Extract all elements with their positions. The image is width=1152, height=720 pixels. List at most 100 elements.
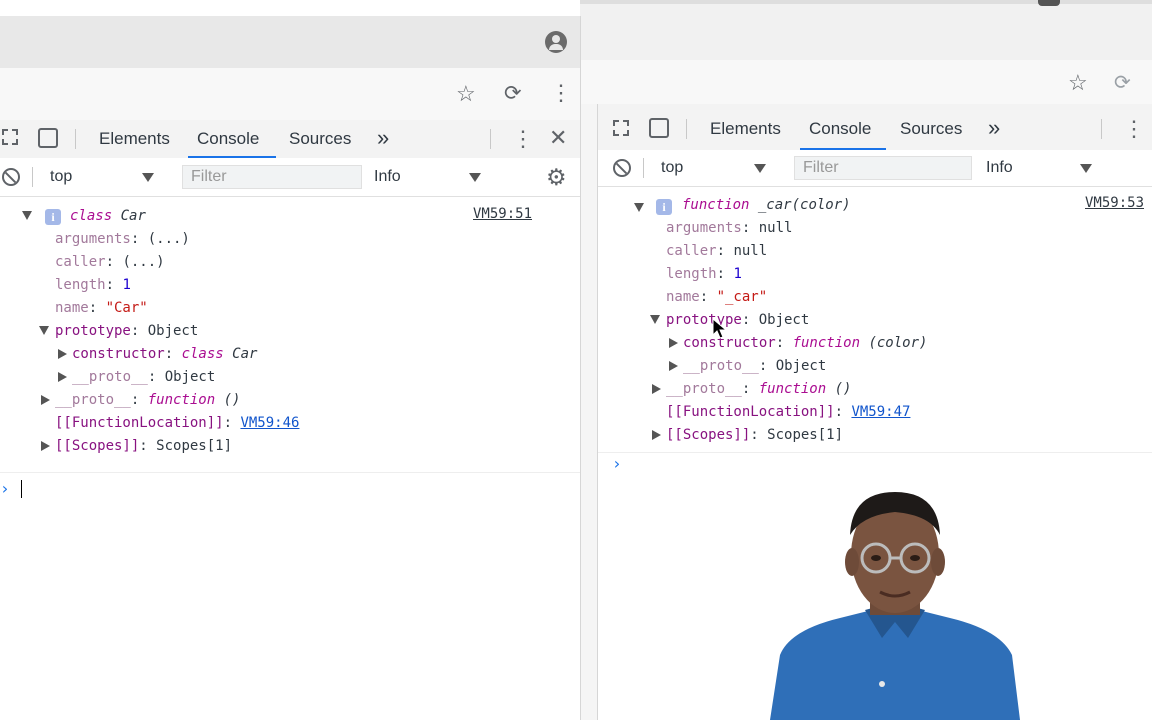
inspect-icon[interactable]: [613, 120, 629, 136]
expand-arrow-down[interactable]: [39, 326, 49, 335]
console-prompt: ›: [0, 479, 10, 498]
toolbar-divider: [643, 158, 644, 178]
prop-proto-function[interactable]: __proto__: function (): [666, 381, 851, 397]
more-tabs-button[interactable]: »: [377, 125, 389, 151]
expand-arrow-down[interactable]: [650, 315, 660, 324]
settings-gear-icon[interactable]: ⚙: [546, 164, 567, 191]
info-icon: i: [656, 199, 672, 215]
star-icon[interactable]: ☆: [456, 81, 476, 107]
expand-arrow-right[interactable]: [669, 361, 678, 371]
prop-proto-function[interactable]: __proto__: function (): [55, 392, 240, 408]
log-entry-header[interactable]: function _car(color): [682, 197, 851, 213]
left-devtools-tabbar: Elements Console Sources » ⋮ ✕: [0, 120, 580, 159]
prop-arguments: arguments: (...): [55, 231, 190, 247]
chevron-down-icon[interactable]: [1080, 164, 1092, 173]
expand-arrow-down[interactable]: [22, 211, 32, 220]
right-console-toolbar: top Filter Info: [598, 150, 1152, 187]
left-browser-window: ☆ ⟳ ⋮ Elements Console Sources » ⋮ ✕ top…: [0, 16, 581, 720]
log-level-selector[interactable]: Info: [986, 159, 1013, 177]
clear-console-icon[interactable]: [613, 159, 631, 177]
console-divider: [598, 452, 1152, 453]
right-address-bar[interactable]: ☆ ⟳: [580, 60, 1152, 107]
window-gutter: [581, 104, 597, 720]
menu-dots-icon[interactable]: ⋮: [512, 126, 534, 152]
menu-dots-icon[interactable]: ⋮: [550, 80, 572, 106]
extension-icon[interactable]: ⟳: [1114, 70, 1131, 95]
expand-arrow-right[interactable]: [58, 372, 67, 382]
profile-icon[interactable]: [1038, 0, 1060, 6]
info-icon: i: [45, 209, 61, 225]
prop-length: length: 1: [55, 277, 131, 293]
menu-dots-icon[interactable]: ⋮: [1123, 116, 1145, 142]
expand-arrow-right[interactable]: [652, 430, 661, 440]
chevron-down-icon[interactable]: [469, 173, 481, 182]
console-divider: [0, 472, 580, 473]
left-address-bar[interactable]: ☆ ⟳ ⋮: [0, 68, 580, 121]
device-toggle-icon[interactable]: [649, 118, 669, 138]
mouse-cursor-icon: [712, 318, 728, 339]
expand-arrow-right[interactable]: [669, 338, 678, 348]
prop-prototype[interactable]: prototype: Object: [55, 323, 198, 339]
prop-scopes[interactable]: [[Scopes]]: Scopes[1]: [55, 438, 232, 454]
clear-console-icon[interactable]: [2, 168, 20, 186]
chevron-down-icon[interactable]: [142, 173, 154, 182]
tab-console[interactable]: Console: [197, 129, 259, 149]
tab-console[interactable]: Console: [809, 119, 871, 139]
expand-arrow-right[interactable]: [41, 395, 50, 405]
prop-function-location: [[FunctionLocation]]: VM59:46: [55, 415, 300, 431]
tab-sources[interactable]: Sources: [900, 119, 962, 139]
prop-arguments: arguments: null: [666, 220, 793, 236]
toolbar-divider: [32, 167, 33, 187]
expand-arrow-right[interactable]: [41, 441, 50, 451]
source-link[interactable]: VM59:51: [473, 206, 532, 222]
prop-proto[interactable]: __proto__: Object: [72, 369, 215, 385]
expand-arrow-right[interactable]: [58, 349, 67, 359]
more-tabs-button[interactable]: »: [988, 115, 1000, 141]
star-icon[interactable]: ☆: [1068, 70, 1088, 96]
webcam-presenter-image: [770, 492, 1020, 720]
right-window-titlebar: [580, 0, 1152, 60]
context-selector[interactable]: top: [50, 168, 72, 186]
profile-icon[interactable]: [545, 31, 567, 53]
inspect-icon[interactable]: [2, 129, 18, 145]
prop-caller: caller: null: [666, 243, 768, 259]
toolbar-divider: [686, 119, 687, 139]
log-level-selector[interactable]: Info: [374, 168, 401, 186]
prop-proto[interactable]: __proto__: Object: [683, 358, 826, 374]
prop-caller: caller: (...): [55, 254, 165, 270]
chevron-down-icon[interactable]: [754, 164, 766, 173]
toolbar-divider: [1101, 119, 1102, 139]
left-console-toolbar: top Filter Info ⚙: [0, 158, 580, 197]
prop-scopes[interactable]: [[Scopes]]: Scopes[1]: [666, 427, 843, 443]
prop-constructor[interactable]: constructor: class Car: [72, 346, 257, 362]
console-prompt[interactable]: ›: [612, 454, 622, 473]
filter-input[interactable]: Filter: [794, 156, 972, 180]
expand-arrow-right[interactable]: [652, 384, 661, 394]
right-devtools-tabbar: Elements Console Sources » ⋮: [598, 104, 1152, 151]
extension-icon[interactable]: ⟳: [504, 81, 522, 106]
context-selector[interactable]: top: [661, 159, 683, 177]
function-location-link[interactable]: VM59:47: [851, 404, 910, 420]
toolbar-divider: [75, 129, 76, 149]
prop-name: name: "Car": [55, 300, 148, 316]
tab-elements[interactable]: Elements: [710, 119, 781, 139]
toolbar-divider: [490, 129, 491, 149]
console-input[interactable]: [21, 480, 22, 498]
tab-sources[interactable]: Sources: [289, 129, 351, 149]
filter-placeholder: Filter: [803, 159, 839, 176]
prop-name: name: "_car": [666, 289, 768, 305]
prop-prototype[interactable]: prototype: Object: [666, 312, 809, 328]
function-location-link[interactable]: VM59:46: [240, 415, 299, 431]
tab-elements[interactable]: Elements: [99, 129, 170, 149]
expand-arrow-down[interactable]: [634, 203, 644, 212]
log-entry-header[interactable]: class Car: [70, 208, 146, 224]
prop-function-location: [[FunctionLocation]]: VM59:47: [666, 404, 911, 420]
filter-input[interactable]: Filter: [182, 165, 362, 189]
prop-length: length: 1: [666, 266, 742, 282]
left-console-output: i class Car VM59:51 arguments: (...) cal…: [0, 196, 580, 720]
close-icon[interactable]: ✕: [549, 125, 567, 151]
device-toggle-icon[interactable]: [38, 128, 58, 148]
right-window-edge: [580, 0, 1152, 4]
left-titlebar: [0, 16, 580, 68]
source-link[interactable]: VM59:53: [1085, 195, 1144, 211]
